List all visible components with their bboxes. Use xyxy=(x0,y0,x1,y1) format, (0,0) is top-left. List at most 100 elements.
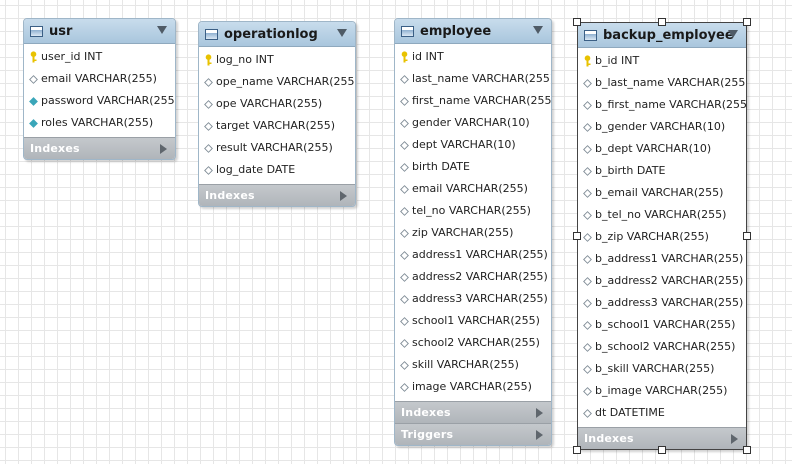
section-indexes[interactable]: Indexes xyxy=(199,184,355,206)
resize-handle[interactable] xyxy=(658,18,666,26)
table-column[interactable]: b_email VARCHAR(255) xyxy=(578,182,746,204)
column-label: id INT xyxy=(412,50,444,63)
chevron-down-icon[interactable] xyxy=(157,26,167,34)
diamond-icon xyxy=(582,166,593,177)
column-label: first_name VARCHAR(255) xyxy=(412,94,552,107)
column-label: birth DATE xyxy=(412,160,470,173)
table-column[interactable]: school2 VARCHAR(255) xyxy=(395,332,551,354)
table-column[interactable]: b_last_name VARCHAR(255) xyxy=(578,72,746,94)
column-label: dt DATETIME xyxy=(595,406,665,419)
diamond-icon xyxy=(203,121,214,132)
section-triggers[interactable]: Triggers xyxy=(395,423,551,445)
table-column[interactable]: dept VARCHAR(10) xyxy=(395,134,551,156)
column-label: target VARCHAR(255) xyxy=(216,119,336,132)
key-icon xyxy=(203,54,214,66)
column-list: user_id INT email VARCHAR(255) password VA… xyxy=(24,44,175,137)
table-column[interactable]: id INT xyxy=(395,46,551,68)
table-header[interactable]: usr xyxy=(24,19,175,44)
table-column[interactable]: b_zip VARCHAR(255) xyxy=(578,226,746,248)
table-column[interactable]: last_name VARCHAR(255) xyxy=(395,68,551,90)
chevron-right-icon[interactable] xyxy=(731,434,738,444)
resize-handle[interactable] xyxy=(573,18,581,26)
table-column[interactable]: b_image VARCHAR(255) xyxy=(578,380,746,402)
section-indexes[interactable]: Indexes xyxy=(24,137,175,159)
table-column[interactable]: address2 VARCHAR(255) xyxy=(395,266,551,288)
table-column[interactable]: b_first_name VARCHAR(255) xyxy=(578,94,746,116)
table-column[interactable]: b_address3 VARCHAR(255) xyxy=(578,292,746,314)
table-column[interactable]: log_date DATE xyxy=(199,159,355,181)
table-column[interactable]: b_birth DATE xyxy=(578,160,746,182)
diamond-icon xyxy=(203,77,214,88)
table-operationlog[interactable]: operationlog log_no INT ope_name VARCHAR(… xyxy=(198,21,356,207)
resize-handle[interactable] xyxy=(743,18,751,26)
chevron-right-icon[interactable] xyxy=(340,191,347,201)
table-employee[interactable]: employee id INT last_name VARCHAR(255) fir… xyxy=(394,18,552,446)
table-header[interactable]: employee xyxy=(395,19,551,44)
table-column[interactable]: first_name VARCHAR(255) xyxy=(395,90,551,112)
chevron-down-icon[interactable] xyxy=(533,26,543,34)
diamond-icon xyxy=(399,184,410,195)
column-label: log_date DATE xyxy=(216,163,296,176)
table-column[interactable]: target VARCHAR(255) xyxy=(199,115,355,137)
table-column[interactable]: password VARCHAR(255) xyxy=(24,90,175,112)
section-label: Indexes xyxy=(205,189,255,202)
table-column[interactable]: skill VARCHAR(255) xyxy=(395,354,551,376)
chevron-down-icon[interactable] xyxy=(337,29,347,37)
table-header[interactable]: operationlog xyxy=(199,22,355,47)
column-label: b_address1 VARCHAR(255) xyxy=(595,252,744,265)
table-column[interactable]: roles VARCHAR(255) xyxy=(24,112,175,134)
column-label: b_school1 VARCHAR(255) xyxy=(595,318,736,331)
table-column[interactable]: b_dept VARCHAR(10) xyxy=(578,138,746,160)
table-column[interactable]: birth DATE xyxy=(395,156,551,178)
table-backup-employee[interactable]: backup_employee b_id INT b_last_name VARC… xyxy=(577,22,747,450)
table-column[interactable]: image VARCHAR(255) xyxy=(395,376,551,398)
section-label: Indexes xyxy=(401,406,451,419)
table-column[interactable]: school1 VARCHAR(255) xyxy=(395,310,551,332)
table-column[interactable]: address1 VARCHAR(255) xyxy=(395,244,551,266)
table-column[interactable]: log_no INT xyxy=(199,49,355,71)
table-header[interactable]: backup_employee xyxy=(578,23,746,48)
resize-handle[interactable] xyxy=(573,232,581,240)
column-label: email VARCHAR(255) xyxy=(41,72,157,85)
table-column[interactable]: b_school1 VARCHAR(255) xyxy=(578,314,746,336)
filled-diamond-icon xyxy=(28,118,39,129)
resize-handle[interactable] xyxy=(573,446,581,454)
table-column[interactable]: email VARCHAR(255) xyxy=(395,178,551,200)
column-label: email VARCHAR(255) xyxy=(412,182,528,195)
table-column[interactable]: tel_no VARCHAR(255) xyxy=(395,200,551,222)
chevron-right-icon[interactable] xyxy=(160,144,167,154)
table-column[interactable]: b_skill VARCHAR(255) xyxy=(578,358,746,380)
diamond-icon xyxy=(399,272,410,283)
chevron-down-icon[interactable] xyxy=(728,30,738,38)
table-column[interactable]: dt DATETIME xyxy=(578,402,746,424)
table-column[interactable]: b_school2 VARCHAR(255) xyxy=(578,336,746,358)
chevron-right-icon[interactable] xyxy=(536,430,543,440)
column-label: address2 VARCHAR(255) xyxy=(412,270,548,283)
table-column[interactable]: ope_name VARCHAR(255) xyxy=(199,71,355,93)
table-column[interactable]: b_address2 VARCHAR(255) xyxy=(578,270,746,292)
table-column[interactable]: b_id INT xyxy=(578,50,746,72)
table-column[interactable]: b_gender VARCHAR(10) xyxy=(578,116,746,138)
diamond-icon xyxy=(582,320,593,331)
table-column[interactable]: result VARCHAR(255) xyxy=(199,137,355,159)
resize-handle[interactable] xyxy=(658,446,666,454)
section-indexes[interactable]: Indexes xyxy=(395,401,551,423)
table-usr[interactable]: usr user_id INT email VARCHAR(255) passwor… xyxy=(23,18,176,160)
table-column[interactable]: ope VARCHAR(255) xyxy=(199,93,355,115)
table-column[interactable]: email VARCHAR(255) xyxy=(24,68,175,90)
diamond-icon xyxy=(399,118,410,129)
column-label: user_id INT xyxy=(41,50,103,63)
table-icon xyxy=(30,25,43,37)
resize-handle[interactable] xyxy=(743,232,751,240)
diamond-icon xyxy=(582,78,593,89)
resize-handle[interactable] xyxy=(743,446,751,454)
chevron-right-icon[interactable] xyxy=(536,408,543,418)
column-label: b_school2 VARCHAR(255) xyxy=(595,340,736,353)
table-column[interactable]: b_address1 VARCHAR(255) xyxy=(578,248,746,270)
table-column[interactable]: gender VARCHAR(10) xyxy=(395,112,551,134)
table-column[interactable]: zip VARCHAR(255) xyxy=(395,222,551,244)
table-column[interactable]: address3 VARCHAR(255) xyxy=(395,288,551,310)
table-column[interactable]: user_id INT xyxy=(24,46,175,68)
table-column[interactable]: b_tel_no VARCHAR(255) xyxy=(578,204,746,226)
column-label: gender VARCHAR(10) xyxy=(412,116,530,129)
